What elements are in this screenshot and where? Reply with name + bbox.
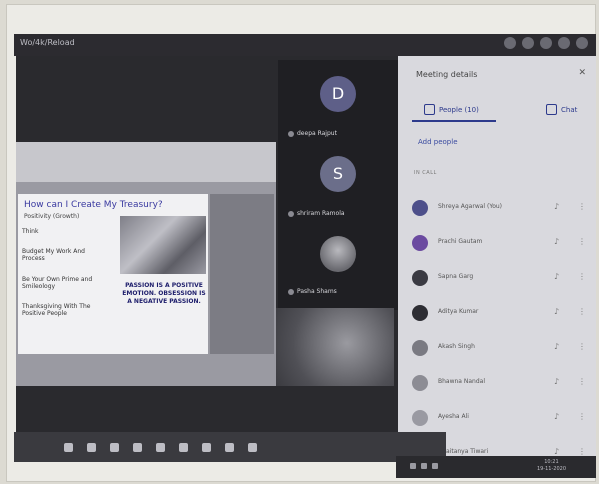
person-name: Akash Singh [438,343,475,350]
person-name: Ayesha Ali [438,413,469,420]
participant-name: Pasha Shams [288,288,337,295]
profile-icon[interactable] [576,37,588,49]
avatar [412,375,428,391]
mic-off-icon [288,210,294,217]
participant-tile[interactable]: D deepa Rajput [278,64,398,144]
person-name: Prachi Gautam [438,238,483,245]
avatar [412,235,428,251]
wifi-icon[interactable] [410,463,416,469]
mic-off-icon [288,288,294,295]
mic-off-icon[interactable]: ♪ [554,237,559,246]
browser-titlebar: Wo/4k/Reload [14,34,596,56]
add-people-button[interactable]: Add people [418,138,458,146]
list-item[interactable]: Bhawna Nandal ♪ ⋮ [408,369,590,404]
slide: How can I Create My Treasury? Positivity… [18,194,208,354]
clock[interactable]: 10:21 19-11-2020 [537,459,566,473]
chat-icon[interactable] [110,442,119,452]
more-vert-icon[interactable]: ⋮ [578,272,586,281]
list-item[interactable]: Shreya Agarwal (You) ♪ ⋮ [408,194,590,229]
slide-quote: PASSION IS A POSITIVE EMOTION. OBSESSION… [122,282,206,305]
participant-name: deepa Rajput [288,130,337,137]
more-vert-icon[interactable]: ⋮ [578,412,586,421]
mic-off-icon[interactable]: ♪ [554,272,559,281]
more-vert-icon[interactable]: ⋮ [578,202,586,211]
avatar [412,200,428,216]
tab-chat[interactable]: Chat [546,104,577,115]
mic-off-icon[interactable]: ♪ [554,412,559,421]
mic-off-icon[interactable]: ♪ [554,342,559,351]
list-item[interactable]: Akash Singh ♪ ⋮ [408,334,590,369]
people-icon [424,104,435,115]
participant-tile[interactable]: Pasha Shams [278,224,398,304]
avatar: S [320,156,356,192]
slide-photo [120,216,206,274]
person-name: Sapna Garg [438,273,474,280]
mic-off-icon [288,130,294,137]
more-vert-icon[interactable]: ⋮ [578,307,586,316]
panel-title: Meeting details [416,70,478,79]
settings-icon[interactable] [558,37,570,49]
section-label: IN CALL [414,170,437,176]
hand-icon[interactable] [202,442,211,452]
slide-bullet: Think [22,228,39,235]
more-icon[interactable] [225,442,234,452]
slide-bullet: Thanksgiving With The Positive People [22,302,91,318]
avatar [412,340,428,356]
avatar [412,410,428,426]
participant-tile[interactable]: S shriram Ramola [278,144,398,224]
avatar [320,236,356,272]
mic-off-icon[interactable]: ♪ [554,447,559,456]
list-item[interactable]: Prachi Gautam ♪ ⋮ [408,229,590,264]
meeting-details-panel: Meeting details ✕ People (10) Chat Add p… [398,56,596,461]
avatar [412,305,428,321]
slide-bullets: Think Budget My Work And Process Be Your… [22,228,102,330]
list-item[interactable]: Sapna Garg ♪ ⋮ [408,264,590,299]
more-vert-icon[interactable]: ⋮ [578,237,586,246]
mic-off-icon[interactable]: ♪ [554,307,559,316]
info-icon[interactable] [64,442,73,452]
mic-off-icon[interactable]: ♪ [554,202,559,211]
participant-tiles: D deepa Rajput S shriram Ramola Pasha Sh… [278,60,398,310]
more-vert-icon[interactable]: ⋮ [578,342,586,351]
tab-title[interactable]: Wo/4k/Reload [20,38,75,47]
tab-people[interactable]: People (10) [424,104,479,115]
active-tab-indicator [412,120,496,122]
slide-bullet: Be Your Own Prime and Smileology [22,275,93,290]
camera-icon[interactable] [156,442,165,452]
participant-name: shriram Ramola [288,210,345,217]
shared-screen-presentation: How can I Create My Treasury? Positivity… [16,142,276,386]
extension-icon[interactable] [504,37,516,49]
slide-subtitle: Positivity (Growth) [24,213,80,220]
tray-icons [410,463,438,469]
mic-icon[interactable] [133,442,142,452]
meeting-toolbar [14,432,446,462]
more-vert-icon[interactable]: ⋮ [578,447,586,456]
avatar [412,270,428,286]
person-name: Aditya Kumar [438,308,479,315]
present-icon[interactable] [179,442,188,452]
slide-bullet: Budget My Work And Process [22,248,85,263]
system-tray: 10:21 19-11-2020 [396,456,596,478]
battery-icon[interactable] [432,463,438,469]
volume-icon[interactable] [421,463,427,469]
close-icon[interactable]: ✕ [578,68,586,78]
chat-icon [546,104,557,115]
bell-icon[interactable] [540,37,552,49]
star-icon[interactable] [522,37,534,49]
slide-title: How can I Create My Treasury? [24,200,163,210]
more-vert-icon[interactable]: ⋮ [578,377,586,386]
person-name: Shreya Agarwal (You) [438,203,503,210]
powerpoint-ribbon [16,142,276,182]
list-item[interactable]: Aditya Kumar ♪ ⋮ [408,299,590,334]
people-icon[interactable] [87,442,96,452]
avatar: D [320,76,356,112]
presentation-side-area [210,194,274,354]
end-call-icon[interactable] [248,442,257,452]
mic-off-icon[interactable]: ♪ [554,377,559,386]
window-controls [504,37,588,49]
self-video-view [276,308,394,386]
person-name: Bhawna Nandal [438,378,486,385]
